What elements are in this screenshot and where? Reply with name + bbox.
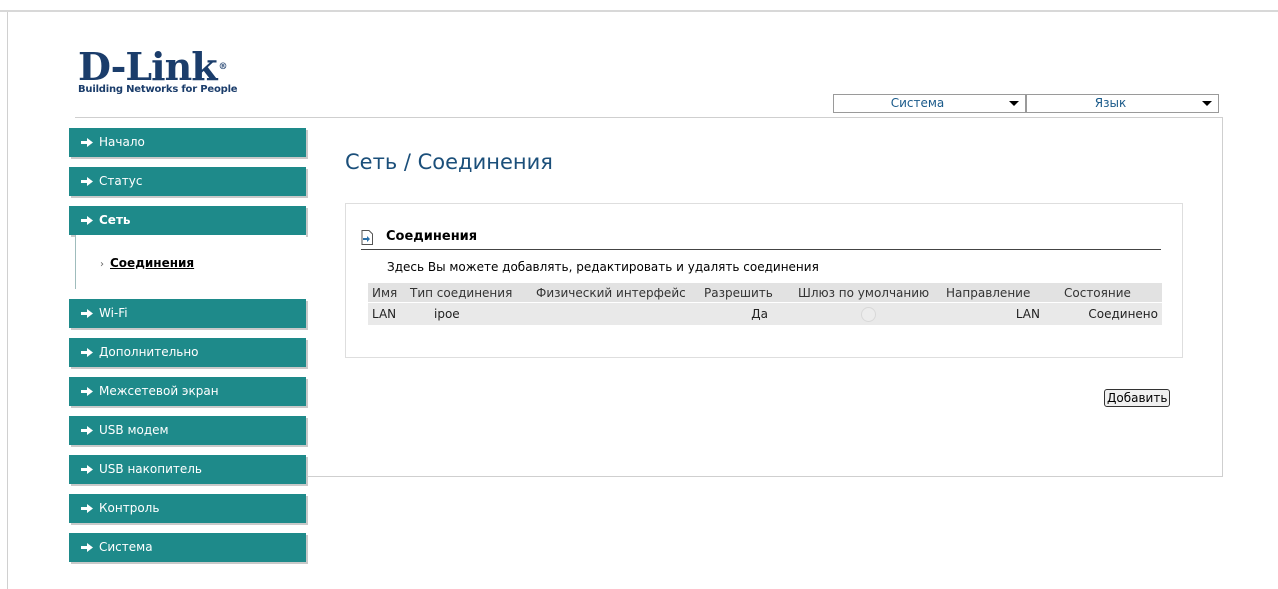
logo-registered-mark: ®	[218, 62, 228, 72]
sidebar-item-label: Система	[99, 540, 153, 554]
arrow-right-icon	[81, 216, 93, 225]
system-menu-select[interactable]: Система	[833, 94, 1026, 113]
top-border	[0, 10, 1278, 12]
cell-interface	[532, 302, 700, 325]
arrow-right-icon	[81, 543, 93, 552]
subitem-marker: ›	[100, 259, 104, 270]
sidebar-subitem-label[interactable]: Соединения	[110, 256, 194, 270]
sidebar-item-label: Сеть	[99, 213, 131, 227]
arrow-right-icon	[81, 426, 93, 435]
cell-gateway	[794, 302, 942, 325]
arrow-right-icon	[81, 138, 93, 147]
dlink-logo: D-Link ® Building Networks for People	[78, 48, 238, 96]
arrow-right-icon	[81, 387, 93, 396]
cell-type: ipoe	[406, 302, 532, 325]
default-gateway-radio[interactable]	[860, 306, 876, 322]
add-button[interactable]: Добавить	[1104, 389, 1171, 407]
system-select-value: Система	[890, 96, 945, 110]
col-direction: Направление	[942, 283, 1060, 303]
col-enabled: Разрешить	[700, 283, 794, 303]
sidebar-item-label: Статус	[99, 174, 143, 188]
table-row[interactable]: LAN ipoe Да LAN Соединено	[368, 302, 1162, 325]
col-name: Имя	[368, 283, 406, 303]
sidebar-item-usb-storage[interactable]: USB накопитель	[69, 455, 306, 484]
col-status: Состояние	[1060, 283, 1162, 303]
sidebar-item-system[interactable]: Система	[69, 533, 306, 562]
language-select[interactable]: Язык	[1026, 94, 1219, 113]
arrow-right-icon	[81, 348, 93, 357]
cell-enabled: Да	[700, 302, 794, 325]
sidebar-item-network[interactable]: Сеть	[69, 206, 306, 235]
arrow-right-icon	[81, 177, 93, 186]
col-gateway: Шлюз по умолчанию	[794, 283, 942, 303]
sidebar-item-label: Начало	[99, 135, 145, 149]
sidebar-item-label: Контроль	[99, 501, 160, 515]
arrow-right-icon	[81, 309, 93, 318]
sidebar-subitem-connections[interactable]: › Соединения	[75, 235, 306, 289]
connections-table: Имя Тип соединения Физический интерфейс …	[368, 283, 1162, 325]
cell-direction: LAN	[942, 302, 1060, 325]
sidebar-nav: Начало Статус Сеть › Соединения Wi-Fi До…	[69, 128, 306, 572]
chevron-down-icon	[1009, 101, 1019, 106]
language-select-value: Язык	[1094, 96, 1127, 110]
connections-panel: Соединения Здесь Вы можете добавлять, ре…	[345, 203, 1183, 358]
sidebar-top-border	[75, 117, 305, 118]
left-border	[7, 12, 8, 589]
sidebar-item-firewall[interactable]: Межсетевой экран	[69, 377, 306, 406]
logo-text: D-Link	[78, 44, 218, 89]
sidebar-item-label: Wi-Fi	[99, 306, 128, 320]
table-header-row: Имя Тип соединения Физический интерфейс …	[368, 283, 1162, 303]
arrow-right-icon	[81, 504, 93, 513]
logo-tagline: Building Networks for People	[78, 84, 238, 95]
sidebar-item-label: USB накопитель	[99, 462, 202, 476]
cell-status: Соединено	[1060, 302, 1162, 325]
sidebar-item-usb-modem[interactable]: USB модем	[69, 416, 306, 445]
sidebar-item-advanced[interactable]: Дополнительно	[69, 338, 306, 367]
sidebar-item-label: Межсетевой экран	[99, 384, 219, 398]
cell-name: LAN	[368, 302, 406, 325]
col-type: Тип соединения	[406, 283, 532, 303]
section-header: Соединения	[361, 227, 1161, 250]
sidebar-item-start[interactable]: Начало	[69, 128, 306, 157]
sidebar-item-label: USB модем	[99, 423, 169, 437]
sidebar-item-label: Дополнительно	[99, 345, 199, 359]
section-description: Здесь Вы можете добавлять, редактировать…	[387, 260, 819, 274]
sidebar-item-wifi[interactable]: Wi-Fi	[69, 299, 306, 328]
sidebar-item-control[interactable]: Контроль	[69, 494, 306, 523]
col-interface: Физический интерфейс	[532, 283, 700, 303]
arrow-right-icon	[81, 465, 93, 474]
section-title: Соединения	[386, 229, 478, 244]
chevron-down-icon	[1202, 101, 1212, 106]
page-title: Сеть / Соединения	[345, 150, 553, 174]
sidebar-item-status[interactable]: Статус	[69, 167, 306, 196]
document-arrow-icon	[361, 230, 373, 245]
